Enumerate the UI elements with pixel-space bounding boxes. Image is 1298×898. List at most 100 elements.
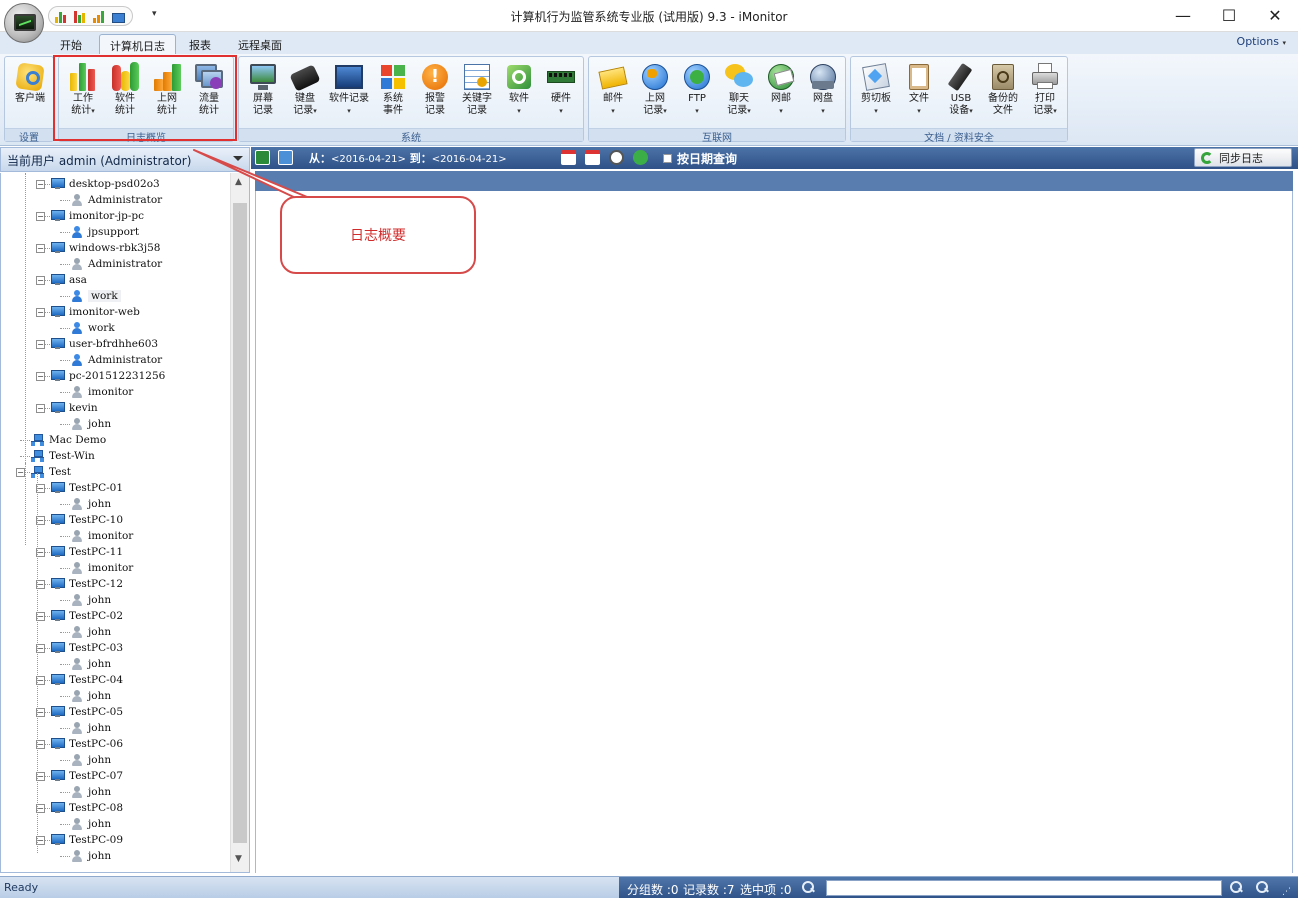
- tree-node-computer[interactable]: kevin: [51, 400, 98, 416]
- tree-node-user[interactable]: john: [71, 752, 111, 768]
- email-button[interactable]: 邮件 ▾: [593, 59, 633, 129]
- keyword-record-button[interactable]: 关键字 记录: [457, 59, 497, 129]
- tree-node-computer[interactable]: TestPC-09: [51, 832, 123, 848]
- tree-node-user[interactable]: imonitor: [71, 528, 133, 544]
- excel-export-icon[interactable]: [255, 150, 270, 165]
- zoom-out-icon[interactable]: [1256, 881, 1269, 894]
- tree-node-computer[interactable]: TestPC-06: [51, 736, 123, 752]
- tree-node-computer[interactable]: TestPC-04: [51, 672, 123, 688]
- tree-node-user[interactable]: john: [71, 656, 111, 672]
- backup-files-button[interactable]: 备份的 文件: [983, 59, 1023, 129]
- screen-record-button[interactable]: 屏幕 记录: [243, 59, 283, 129]
- system-events-button[interactable]: 系统 事件: [373, 59, 413, 129]
- tree-node-user[interactable]: john: [71, 624, 111, 640]
- tree-node-computer[interactable]: TestPC-07: [51, 768, 123, 784]
- tree-node-computer[interactable]: user-bfrdhhe603: [51, 336, 158, 352]
- tree-node-computer[interactable]: imonitor-jp-pc: [51, 208, 144, 224]
- tree-node-user[interactable]: john: [71, 848, 111, 864]
- tree-node-computer[interactable]: TestPC-02: [51, 608, 123, 624]
- scroll-up-icon[interactable]: ▲: [235, 177, 242, 187]
- tree-node-user[interactable]: john: [71, 496, 111, 512]
- tree-node-computer[interactable]: TestPC-08: [51, 800, 123, 816]
- tab-computer-log[interactable]: 计算机日志: [99, 34, 176, 54]
- scroll-thumb[interactable]: [233, 203, 247, 843]
- web-record-button[interactable]: 上网 记录▾: [635, 59, 675, 129]
- tree-node-computer[interactable]: windows-rbk3j58: [51, 240, 160, 256]
- tree-node-user[interactable]: Administrator: [71, 256, 162, 272]
- collapse-toggle-icon[interactable]: −: [36, 180, 45, 189]
- zoom-in-icon[interactable]: [1230, 881, 1243, 894]
- sync-log-button[interactable]: 同步日志: [1194, 148, 1292, 167]
- options-menu[interactable]: Options ▾: [1237, 35, 1286, 48]
- tree-node-user[interactable]: Administrator: [71, 352, 162, 368]
- software-record-button[interactable]: 软件记录 ▾: [327, 59, 371, 129]
- collapse-toggle-icon[interactable]: −: [36, 340, 45, 349]
- current-user-selector[interactable]: 当前用户 admin (Administrator): [0, 147, 250, 172]
- tree-node-user[interactable]: john: [71, 688, 111, 704]
- minimize-button[interactable]: —: [1160, 0, 1206, 30]
- clipboard-button[interactable]: 剪切板 ▾: [855, 59, 897, 129]
- date-query-toggle[interactable]: 按日期查询: [663, 150, 737, 167]
- computer-tree[interactable]: desktop-psd02o3 − Administrator imonitor-jp…: [0, 173, 250, 873]
- tree-node-computer[interactable]: desktop-psd02o3: [51, 176, 160, 192]
- collapse-toggle-icon[interactable]: −: [36, 308, 45, 317]
- maximize-button[interactable]: ☐: [1206, 0, 1252, 30]
- tree-node-computer[interactable]: TestPC-10: [51, 512, 123, 528]
- tree-node-computer[interactable]: asa: [51, 272, 87, 288]
- tree-node-computer[interactable]: imonitor-web: [51, 304, 140, 320]
- scroll-down-icon[interactable]: ▼: [235, 854, 242, 864]
- tree-node-user[interactable]: imonitor: [71, 560, 133, 576]
- clock-icon[interactable]: [609, 150, 624, 165]
- date-query-checkbox[interactable]: [663, 154, 672, 163]
- tree-node-user[interactable]: work: [71, 320, 115, 336]
- collapse-toggle-icon[interactable]: −: [36, 404, 45, 413]
- calendar-range-icon[interactable]: [585, 150, 600, 165]
- close-button[interactable]: ✕: [1252, 0, 1298, 30]
- tree-node-computer[interactable]: TestPC-03: [51, 640, 123, 656]
- tab-remote-desktop[interactable]: 远程桌面: [228, 34, 292, 54]
- tree-scrollbar[interactable]: ▲ ▼: [230, 173, 249, 872]
- collapse-toggle-icon[interactable]: −: [36, 372, 45, 381]
- collapse-toggle-icon[interactable]: −: [16, 468, 25, 477]
- tab-start[interactable]: 开始: [50, 34, 92, 54]
- hardware-button[interactable]: 硬件 ▾: [541, 59, 581, 129]
- keyboard-record-button[interactable]: 键盘 记录▾: [285, 59, 325, 129]
- log-content-area[interactable]: [255, 191, 1293, 873]
- tree-node-user[interactable]: work: [71, 288, 121, 304]
- tree-node-computer[interactable]: pc-201512231256: [51, 368, 165, 384]
- app-menu-button[interactable]: [4, 3, 44, 43]
- tab-reports[interactable]: 报表: [179, 34, 221, 54]
- tree-node-computer[interactable]: TestPC-11: [51, 544, 123, 560]
- tree-node-user[interactable]: imonitor: [71, 384, 133, 400]
- client-button[interactable]: 客户端: [9, 59, 51, 129]
- tree-node-group[interactable]: Test-Win: [31, 448, 95, 464]
- collapse-toggle-icon[interactable]: −: [36, 212, 45, 221]
- refresh-icon[interactable]: [633, 150, 648, 165]
- file-button[interactable]: 文件 ▾: [899, 59, 939, 129]
- tree-node-user[interactable]: john: [71, 816, 111, 832]
- tree-node-user[interactable]: Administrator: [71, 192, 162, 208]
- tree-node-computer[interactable]: TestPC-05: [51, 704, 123, 720]
- chat-record-button[interactable]: 聊天 记录▾: [719, 59, 759, 129]
- resize-grip-icon[interactable]: ⋰: [1282, 887, 1291, 897]
- to-date[interactable]: <2016-04-21>: [432, 154, 507, 165]
- print-record-button[interactable]: 打印 记录▾: [1025, 59, 1065, 129]
- tree-node-user[interactable]: john: [71, 720, 111, 736]
- webmail-button[interactable]: 网邮 ▾: [761, 59, 801, 129]
- tree-node-user[interactable]: john: [71, 592, 111, 608]
- usb-device-button[interactable]: USB 设备▾: [941, 59, 981, 129]
- calendar-icon[interactable]: [561, 150, 576, 165]
- tree-node-user[interactable]: john: [71, 416, 111, 432]
- search-icon[interactable]: [802, 881, 815, 894]
- status-search-input[interactable]: [826, 880, 1222, 896]
- tree-node-computer[interactable]: TestPC-01: [51, 480, 123, 496]
- tree-node-user[interactable]: jpsupport: [71, 224, 139, 240]
- tree-node-computer[interactable]: TestPC-12: [51, 576, 123, 592]
- collapse-toggle-icon[interactable]: −: [36, 276, 45, 285]
- image-export-icon[interactable]: [278, 150, 293, 165]
- tree-node-group[interactable]: Mac Demo: [31, 432, 106, 448]
- alarm-record-button[interactable]: ! 报警 记录: [415, 59, 455, 129]
- from-date[interactable]: <2016-04-21>: [331, 154, 406, 165]
- tree-node-user[interactable]: john: [71, 784, 111, 800]
- software-button[interactable]: 软件 ▾: [499, 59, 539, 129]
